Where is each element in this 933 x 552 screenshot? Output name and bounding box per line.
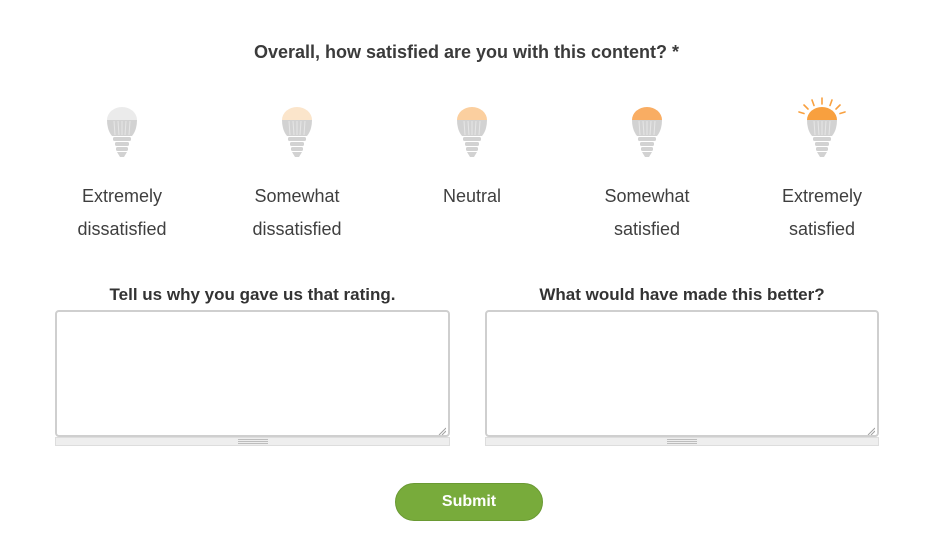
resize-handle-icon[interactable] xyxy=(867,427,875,435)
light-ray xyxy=(811,99,815,107)
improvement-field-wrapper xyxy=(485,310,879,446)
resize-grip-icon xyxy=(237,439,268,444)
rating-label-line2: dissatisfied xyxy=(252,219,342,239)
lightbulb-icon xyxy=(282,107,312,157)
improvement-label: What would have made this better? xyxy=(539,285,825,304)
resize-bar[interactable] xyxy=(485,437,879,446)
satisfaction-rating: Extremely dissatisfied Somewhat dissatis… xyxy=(0,96,933,246)
resize-bar[interactable] xyxy=(55,437,450,446)
rating-label-line1: Extremely xyxy=(781,186,862,206)
rating-label-line1: Somewhat xyxy=(254,186,340,206)
resize-handle-icon[interactable] xyxy=(438,427,446,435)
rating-option-extremely-dissatisfied[interactable]: Extremely dissatisfied xyxy=(42,96,202,246)
lightbulb-icon xyxy=(632,107,662,157)
light-ray xyxy=(835,104,841,110)
rating-label-line1: Neutral xyxy=(442,186,502,206)
rating-label: Somewhat satisfied xyxy=(567,180,727,246)
rating-label-line1: Extremely xyxy=(81,186,162,206)
resize-grip-icon xyxy=(667,439,697,444)
lightbulb-icon xyxy=(107,107,137,157)
rating-label-line2: satisfied xyxy=(788,219,856,239)
rating-label: Somewhat dissatisfied xyxy=(217,180,377,246)
light-ray xyxy=(829,99,833,107)
why-rating-textarea[interactable] xyxy=(55,310,450,437)
lightbulb-icon xyxy=(457,107,487,157)
lightbulb-icon xyxy=(798,97,846,157)
question-title: Overall, how satisfied are you with this… xyxy=(253,42,680,62)
rating-label: Neutral xyxy=(392,180,552,213)
rating-option-somewhat-dissatisfied[interactable]: Somewhat dissatisfied xyxy=(217,96,377,246)
rating-label-line2: dissatisfied xyxy=(77,219,167,239)
light-ray xyxy=(798,111,805,115)
rating-option-extremely-satisfied[interactable]: Extremely satisfied xyxy=(742,96,902,246)
light-ray xyxy=(839,111,846,115)
improvement-textarea[interactable] xyxy=(485,310,879,437)
submit-button[interactable]: Submit xyxy=(395,483,543,521)
why-rating-label: Tell us why you gave us that rating. xyxy=(109,285,396,304)
light-ray xyxy=(803,104,809,110)
rating-label-line2: satisfied xyxy=(613,219,681,239)
rating-label: Extremely satisfied xyxy=(742,180,902,246)
why-rating-field-wrapper xyxy=(55,310,450,446)
rating-label-line1: Somewhat xyxy=(604,186,690,206)
rating-option-somewhat-satisfied[interactable]: Somewhat satisfied xyxy=(567,96,727,246)
rating-option-neutral[interactable]: Neutral xyxy=(392,96,552,213)
rating-label: Extremely dissatisfied xyxy=(42,180,202,246)
